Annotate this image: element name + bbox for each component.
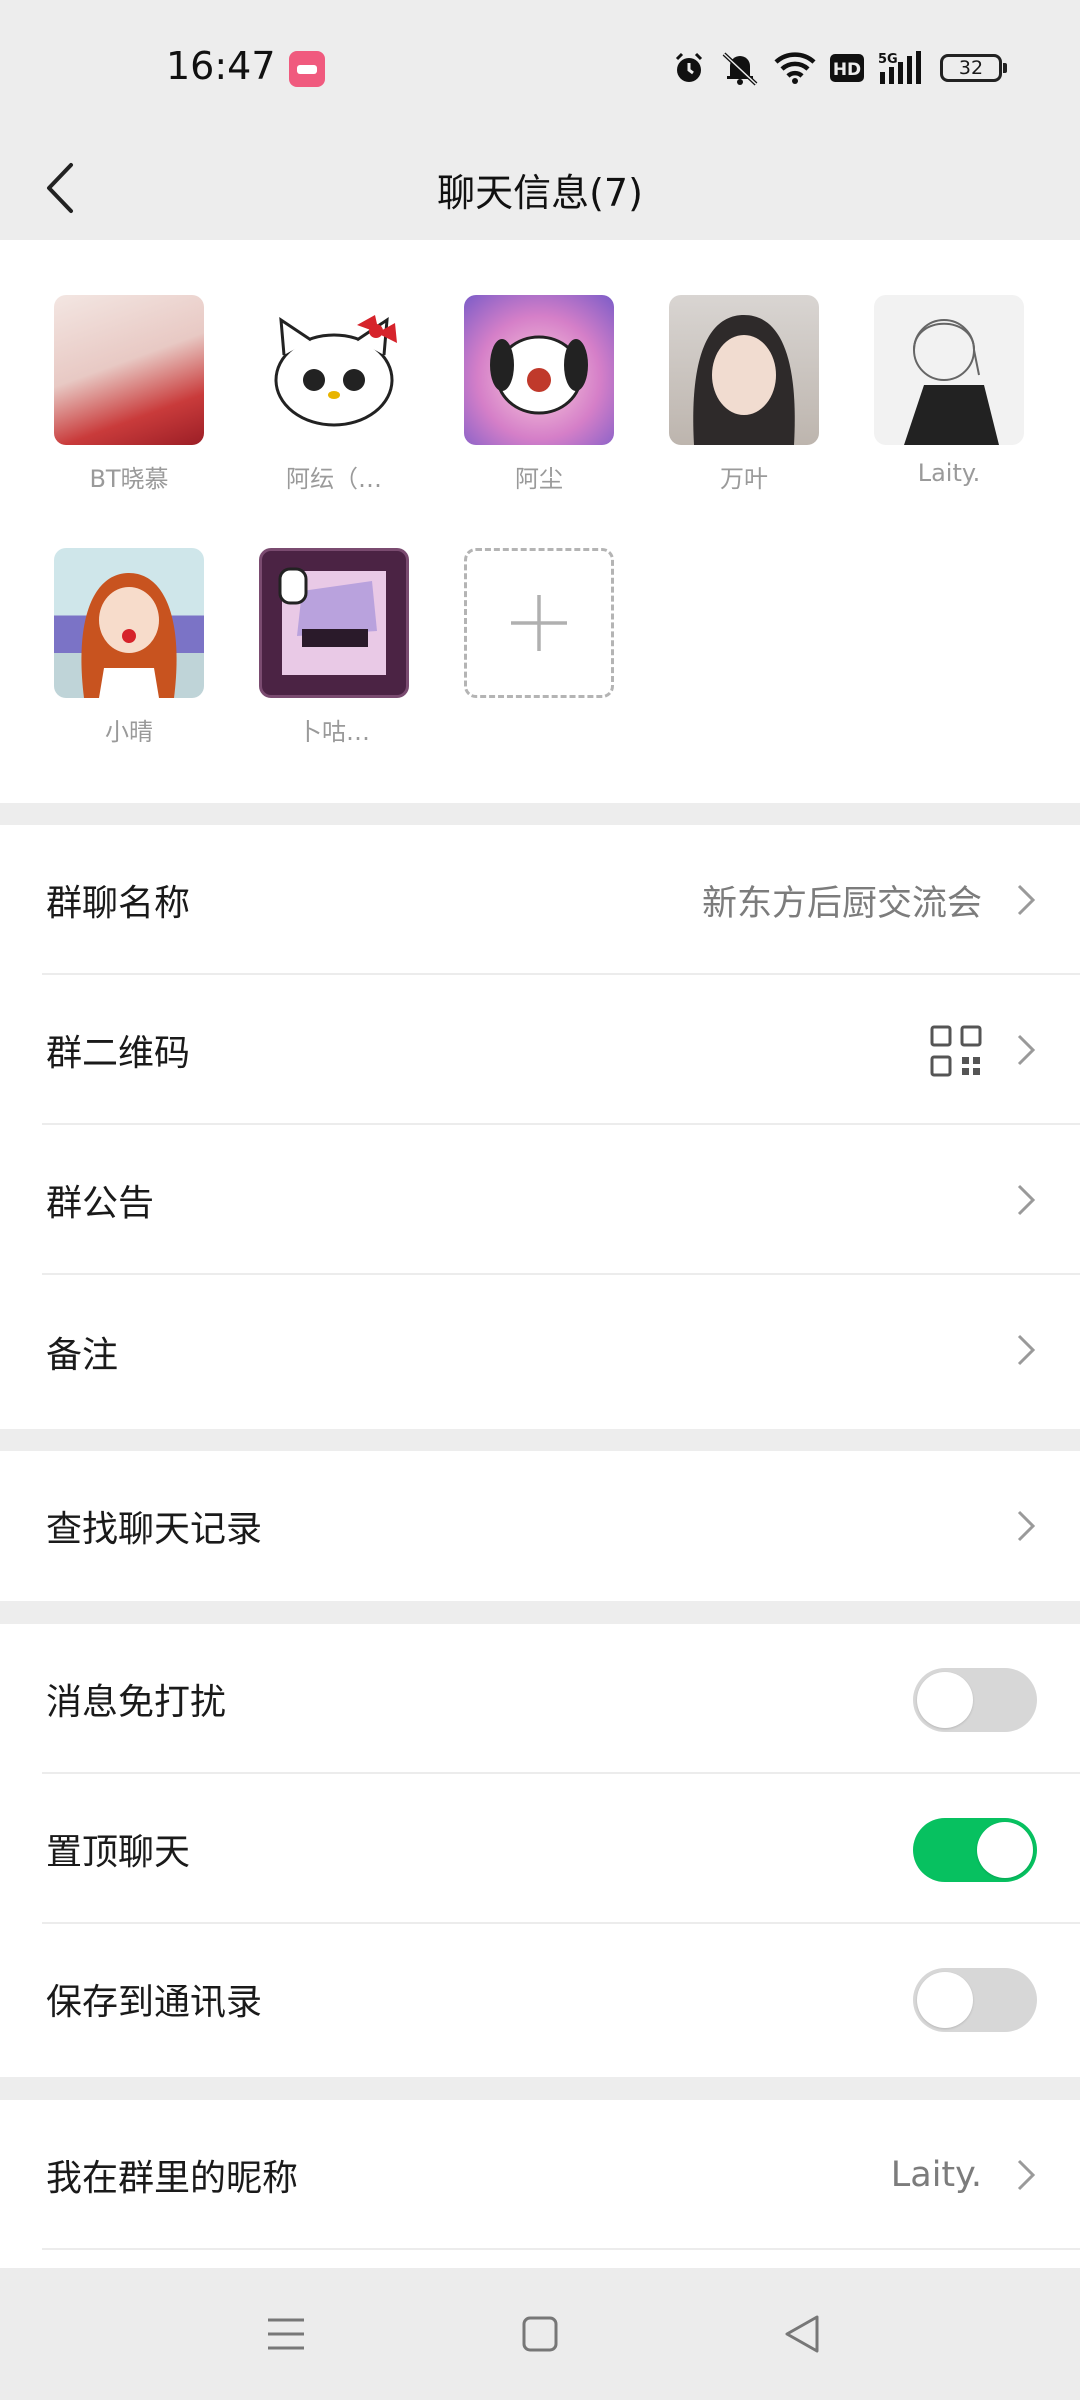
qr-code-icon (930, 1025, 982, 1077)
page-title: 聊天信息(7) (437, 171, 643, 215)
avatar[interactable] (464, 295, 614, 445)
menu-nav-button[interactable] (264, 2312, 308, 2356)
member-name: 阿纭（… (286, 465, 382, 493)
member-name: BT晓慕 (89, 465, 169, 493)
member-item[interactable]: Laity. (874, 295, 1024, 487)
toggle-knob (917, 1672, 973, 1728)
member-item[interactable]: 阿纭（… (259, 295, 409, 494)
member-name: 小晴 (105, 718, 153, 746)
member-item[interactable]: 卜咕… (259, 548, 409, 747)
chevron-right-icon (1017, 1510, 1036, 1542)
chevron-right-icon (1017, 884, 1036, 916)
group-name-row[interactable]: 群聊名称 新东方后厨交流会 (0, 825, 1080, 975)
avatar[interactable] (54, 295, 204, 445)
wifi-icon (774, 52, 816, 84)
member-item[interactable]: 阿尘 (464, 295, 614, 494)
hd-voice-icon: HD (830, 54, 864, 82)
menu-icon (268, 2318, 304, 2350)
toggles-section: 消息免打扰 置顶聊天 保存到通讯录 (0, 1624, 1080, 2077)
member-name: 阿尘 (515, 465, 563, 493)
pixel-character-avatar-icon (278, 567, 386, 675)
mute-label: 消息免打扰 (46, 1682, 227, 1723)
group-qr-row[interactable]: 群二维码 (0, 975, 1080, 1125)
pin-label: 置顶聊天 (46, 1832, 191, 1873)
avatar[interactable] (874, 295, 1024, 445)
remark-label: 备注 (46, 1335, 119, 1376)
announcement-label: 群公告 (46, 1183, 155, 1224)
group-name-value: 新东方后厨交流会 (701, 883, 982, 924)
status-icons: HD 5G 32 (672, 46, 1007, 90)
my-nickname-row[interactable]: 我在群里的昵称 Laity. (0, 2100, 1080, 2250)
system-nav-bar (0, 2268, 1080, 2400)
avatar[interactable] (259, 295, 409, 445)
group-name-label: 群聊名称 (46, 883, 191, 924)
back-nav-button[interactable] (780, 2312, 824, 2356)
home-square-icon (522, 2316, 558, 2352)
alarm-icon (675, 52, 703, 82)
battery-icon: 32 (940, 54, 1007, 82)
avatar[interactable] (54, 548, 204, 698)
add-member-button[interactable] (464, 548, 614, 698)
my-nickname-label: 我在群里的昵称 (46, 2158, 299, 2199)
chevron-right-icon (1017, 2159, 1036, 2191)
nickname-section: 我在群里的昵称 Laity. (0, 2100, 1080, 2268)
status-bar: 16:47 HD 5G 32 (0, 0, 1080, 136)
bilibili-app-icon (289, 51, 325, 87)
save-contacts-label: 保存到通讯录 (46, 1982, 263, 2023)
remark-row[interactable]: 备注 (0, 1275, 1080, 1429)
status-time: 16:47 (166, 44, 276, 88)
mute-toggle[interactable] (913, 1668, 1037, 1732)
back-triangle-icon (785, 2315, 819, 2353)
member-name: 万叶 (720, 465, 768, 493)
pin-row: 置顶聊天 (0, 1774, 1080, 1924)
chevron-right-icon (1017, 1034, 1036, 1066)
toggle-knob (917, 1972, 973, 2028)
anime-girl-avatar-icon (81, 573, 177, 698)
mute-bell-icon (722, 52, 758, 86)
sketch-avatar-icon (904, 319, 999, 445)
member-item[interactable]: BT晓慕 (54, 295, 204, 494)
announcement-row[interactable]: 群公告 (0, 1125, 1080, 1275)
member-name: Laity. (917, 459, 981, 487)
plus-icon (511, 595, 567, 651)
toggle-knob (977, 1822, 1033, 1878)
chevron-right-icon (1017, 1184, 1036, 1216)
add-member-item[interactable] (464, 548, 614, 698)
save-contacts-toggle[interactable] (913, 1968, 1037, 2032)
pin-toggle[interactable] (913, 1818, 1037, 1882)
search-section: 查找聊天记录 (0, 1451, 1080, 1601)
chevron-right-icon (1017, 1334, 1036, 1366)
signal-5g-icon: 5G (878, 51, 921, 84)
header: 聊天信息(7) (0, 136, 1080, 240)
avatar[interactable] (669, 295, 819, 445)
member-item[interactable]: 万叶 (669, 295, 819, 494)
dog-avatar-icon (490, 335, 588, 415)
battery-level: 32 (958, 57, 984, 79)
svg-text:5G: 5G (878, 52, 898, 67)
group-info-section: 群聊名称 新东方后厨交流会 群二维码 群公告 备注 (0, 825, 1080, 1429)
hello-kitty-avatar-icon (274, 315, 397, 427)
mute-row: 消息免打扰 (0, 1624, 1080, 1774)
member-name: 卜咕… (298, 718, 370, 746)
member-grid: BT晓慕 阿纭（… 阿尘 万叶 Laity. 小晴 卜咕… (0, 240, 1080, 803)
divider (42, 2248, 1080, 2250)
save-contacts-row: 保存到通讯录 (0, 1924, 1080, 2074)
member-item[interactable]: 小晴 (54, 548, 204, 747)
search-history-row[interactable]: 查找聊天记录 (0, 1451, 1080, 1601)
group-qr-label: 群二维码 (46, 1033, 191, 1074)
avatar[interactable] (259, 548, 409, 698)
search-history-label: 查找聊天记录 (46, 1509, 263, 1550)
my-nickname-value: Laity. (890, 2155, 982, 2195)
girl-avatar-icon (693, 315, 795, 445)
home-nav-button[interactable] (518, 2312, 562, 2356)
